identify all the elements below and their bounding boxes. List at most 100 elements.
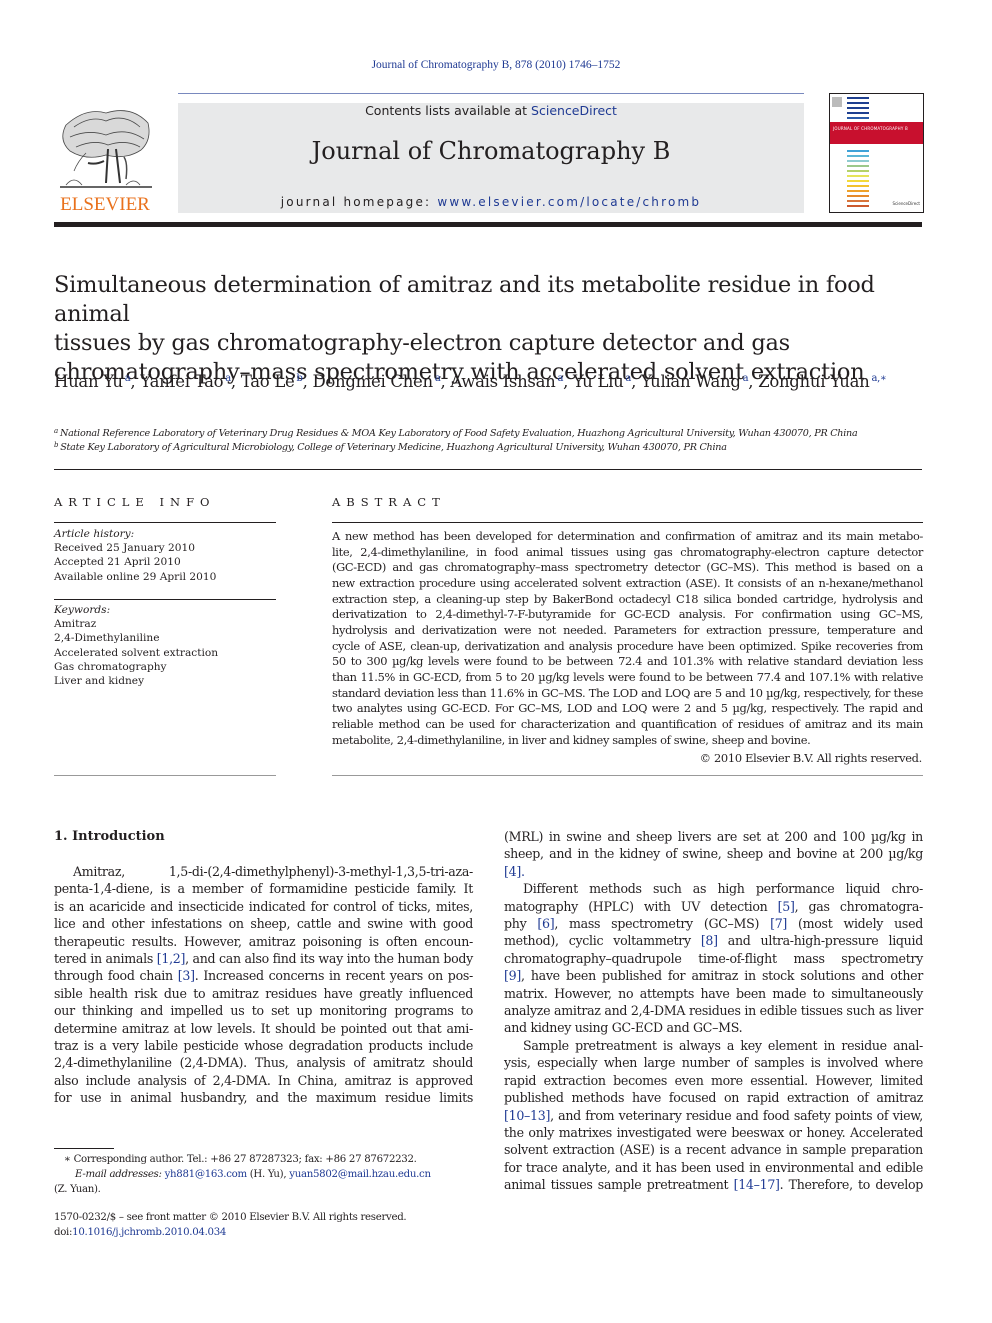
body-line-with-citation[interactable]: animal tissues sample pretreatment [14–1… — [504, 1176, 923, 1193]
body-line: our thinking and impelled us to set up m… — [54, 1003, 473, 1019]
cover-title: JOURNAL OF CHROMATOGRAPHY B — [833, 126, 908, 131]
body-line: lice and other infestations on sheep, ca… — [54, 916, 473, 932]
body-text: tered in animals — [54, 951, 157, 967]
body-line-with-citation[interactable]: through food chain [3]. Increased concer… — [54, 967, 473, 984]
body-line: determine amitraz at low levels. It shou… — [54, 1020, 473, 1036]
author[interactable]: Yulian Wang a — [641, 372, 749, 391]
cover-stripe — [847, 195, 869, 197]
body-text: , mass spectrometry (GC–MS) — [554, 916, 771, 932]
author-affiliation-mark[interactable]: a — [557, 373, 563, 384]
abstract-line: standard deviation less than 11.6% in GC… — [332, 685, 923, 700]
affiliation-text: State Key Laboratory of Agricultural Mic… — [60, 442, 727, 453]
abstract-line: extraction step, a cleaning-up step by B… — [332, 591, 923, 606]
citation-link[interactable]: [4]. — [504, 863, 923, 880]
body-text: phy — [504, 916, 538, 932]
corresponding-author-footnote: ∗ Corresponding author. Tel.: +86 27 872… — [54, 1152, 474, 1197]
body-line: for use in animal husbandry, and the max… — [54, 1090, 473, 1106]
citation-link[interactable]: [8] — [701, 933, 718, 948]
author-affiliation-mark[interactable]: a — [125, 373, 131, 384]
email-owner: (Z. Yuan). — [54, 1184, 101, 1195]
cover-title-band: JOURNAL OF CHROMATOGRAPHY B — [830, 122, 923, 144]
author[interactable]: Yu Liu a — [573, 372, 631, 391]
corresponding-author-line: ∗ Corresponding author. Tel.: +86 27 872… — [64, 1154, 417, 1165]
author[interactable]: Zonghui Yuan a,∗ — [758, 372, 887, 391]
contents-availability: Contents lists available at ScienceDirec… — [178, 103, 804, 118]
citation-link[interactable]: [14–17] — [734, 1177, 780, 1192]
sciencedirect-link[interactable]: ScienceDirect — [531, 103, 617, 118]
cover-sciencedirect-badge: ScienceDirect — [892, 201, 920, 206]
article-info-rule — [54, 522, 276, 523]
body-text: matography (HPLC) with UV detection — [504, 898, 778, 914]
body-line: Different methods such as high performan… — [523, 881, 923, 897]
article-history-label: Article history: — [54, 528, 135, 540]
affiliation-key: b — [54, 441, 59, 449]
body-line: rapid extraction becomes even more essen… — [504, 1072, 923, 1088]
citation-link[interactable]: [9] — [504, 968, 521, 983]
issn-line: 1570-0232/$ – see front matter © 2010 El… — [54, 1212, 407, 1223]
abstract-line: lite, 2,4-dimethylaniline, in food anima… — [332, 544, 923, 559]
body-line-with-citation[interactable]: [9], have been published for amitraz in … — [504, 967, 923, 984]
author-affiliation-mark[interactable]: a — [225, 373, 231, 384]
cover-stripe — [847, 185, 869, 187]
affiliation-a: a National Reference Laboratory of Veteri… — [54, 427, 934, 439]
abstract-line: than 11.5% in GC-ECD, from 5 to 20 µg/kg… — [332, 669, 923, 684]
citation-link[interactable]: [1,2] — [157, 951, 186, 966]
article-title: Simultaneous determination of amitraz an… — [54, 271, 934, 387]
author[interactable]: Yanfei Tao a — [140, 372, 231, 391]
homepage-link[interactable]: www.elsevier.com/locate/chromb — [437, 195, 701, 209]
doi-link[interactable]: 10.1016/j.jchromb.2010.04.034 — [72, 1227, 226, 1238]
author-name: Yu Liu — [573, 372, 624, 391]
intro-left-column: Amitraz, 1,5-di-(2,4-dimethylphenyl)-3-m… — [54, 863, 473, 1107]
author-affiliation-mark[interactable]: a — [435, 373, 441, 384]
body-text: , and can also find its way into the hum… — [185, 951, 473, 967]
body-text: through food chain — [54, 968, 178, 984]
citation-link[interactable]: [5] — [778, 899, 795, 914]
body-line: chromatography–quadrupole time-of-flight… — [504, 950, 923, 966]
elsevier-wordmark: ELSEVIER — [60, 194, 150, 215]
author-affiliation-mark[interactable]: a — [625, 373, 631, 384]
abstract-line: new extraction procedure using accelerat… — [332, 575, 923, 590]
abstract-line: cycle of ASE, clean-up, derivatization a… — [332, 638, 923, 653]
email-link-yu[interactable]: yh881@163.com — [165, 1169, 248, 1180]
cover-stripe — [847, 190, 869, 192]
abstract-copyright: © 2010 Elsevier B.V. All rights reserved… — [699, 751, 923, 765]
author-name: Tao Le — [240, 372, 295, 391]
author-name: Yanfei Tao — [140, 372, 224, 391]
body-text: , have been published for amitraz in sto… — [520, 968, 923, 984]
keyword: Amitraz — [54, 618, 97, 631]
author[interactable]: Dongmei Chen a — [312, 372, 440, 391]
author[interactable]: Huan Yu a — [54, 372, 131, 391]
email-link-yuan[interactable]: yuan5802@mail.hzau.edu.cn — [289, 1169, 431, 1180]
author-affiliation-mark[interactable]: b — [296, 373, 302, 384]
elsevier-logo[interactable]: ELSEVIER — [54, 103, 156, 215]
body-line-with-citation[interactable]: phy [6], mass spectrometry (GC–MS) [7] (… — [504, 915, 923, 932]
body-text: and ultra-high-pressure liquid — [717, 933, 924, 949]
cover-stripe — [847, 117, 869, 119]
email-line: E-mail addresses: yh881@163.com (H. Yu),… — [54, 1167, 474, 1182]
citation-link[interactable]: [7] — [770, 916, 787, 931]
author-affiliation-mark[interactable]: a,∗ — [871, 373, 886, 384]
journal-cover-thumbnail[interactable]: JOURNAL OF CHROMATOGRAPHY B ScienceDirec… — [829, 93, 924, 213]
body-line-with-citation[interactable]: tered in animals [1,2], and can also fin… — [54, 950, 473, 967]
abstract-line: hydrolysis and derivatization were not n… — [332, 622, 923, 637]
citation-link[interactable]: [10–13] — [504, 1108, 550, 1123]
body-line-with-citation[interactable]: method), cyclic voltammetry [8] and ultr… — [504, 932, 923, 949]
body-line: sheep, and in the kidney of swine, sheep… — [504, 846, 923, 862]
body-line-with-citation[interactable]: matography (HPLC) with UV detection [5],… — [504, 898, 923, 915]
citation-link[interactable]: [6] — [537, 916, 554, 931]
history-online: Available online 29 April 2010 — [54, 570, 217, 583]
citation-link[interactable]: [3] — [178, 968, 195, 983]
running-header[interactable]: Journal of Chromatography B, 878 (2010) … — [0, 59, 992, 71]
author-affiliation-mark[interactable]: a — [743, 373, 749, 384]
author[interactable]: Awais Ishsan a — [450, 372, 563, 391]
cover-stripe — [847, 150, 869, 152]
abstract-line: 50 to 300 µg/kg levels were found to be … — [332, 654, 923, 669]
body-text: method), cyclic voltammetry — [504, 933, 701, 949]
cover-stripe — [847, 107, 869, 109]
body-text: , gas chromatogra- — [794, 898, 924, 914]
author-name: Zonghui Yuan — [758, 372, 870, 391]
history-received: Received 25 January 2010 — [54, 542, 195, 555]
body-line: also include analysis of 2,4-DMA. In Chi… — [54, 1072, 473, 1088]
body-line-with-citation[interactable]: [10–13], and from veterinary residue and… — [504, 1107, 923, 1124]
author[interactable]: Tao Le b — [241, 372, 303, 391]
